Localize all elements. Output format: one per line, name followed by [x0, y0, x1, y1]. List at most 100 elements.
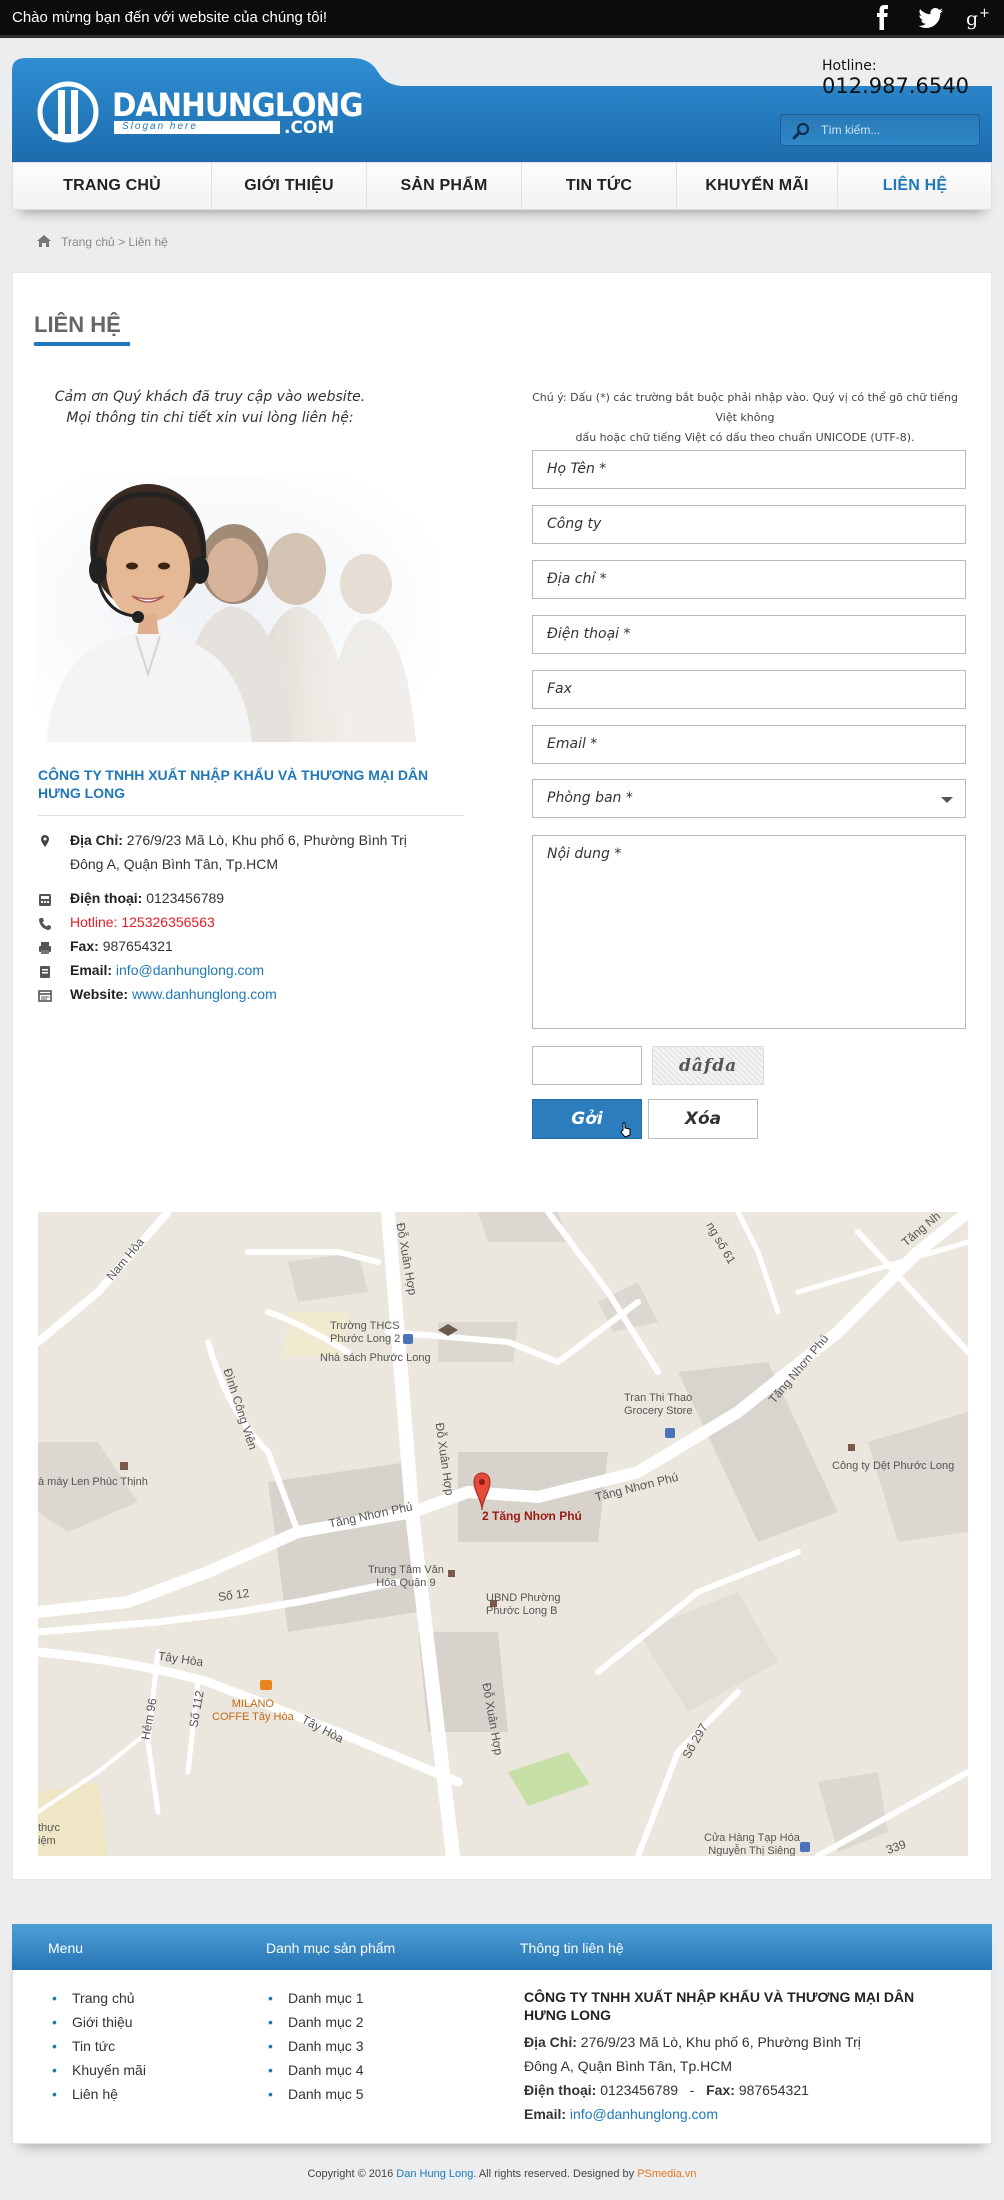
footer-category-item[interactable]: Danh mục 3 [268, 2034, 363, 2058]
hotline-number: 012.987.6540 [822, 74, 969, 98]
breadcrumb: Trang chủ > Liên hệ [36, 234, 168, 249]
copyright-brand-link[interactable]: Dan Hung Long [396, 2168, 473, 2180]
form-note-line-1: Chú ý: Dấu (*) các trường bắt buộc phải … [532, 391, 958, 424]
department-select-value: Phòng ban * [547, 790, 633, 806]
map-place-ubnd[interactable]: UBND Phường Phước Long B [486, 1592, 561, 1618]
welcome-text: Chào mừng bạn đến với website của chúng … [12, 9, 328, 26]
breadcrumb-separator: > [118, 235, 126, 249]
clear-button[interactable]: Xóa [648, 1099, 758, 1139]
contact-address: Địa Chỉ: 276/9/23 Mã Lò, Khu phố 6, Phườ… [70, 828, 450, 876]
logo-mark-icon[interactable] [36, 76, 100, 148]
map-place-cafe[interactable]: MILANO COFFE Tây Hòa [212, 1698, 294, 1724]
footer-category-item[interactable]: Danh mục 5 [268, 2082, 363, 2106]
hotline-label: Hotline: [822, 58, 877, 74]
map-place-shop[interactable]: Cửa Hàng Tạp Hóa Nguyễn Thị Siêng [704, 1832, 800, 1856]
top-bar: Chào mừng bạn đến với website của chúng … [0, 0, 1004, 38]
form-note-line-2: dấu hoặc chữ tiếng Việt có dấu theo chuẩ… [575, 431, 915, 444]
thanks-text: Cảm ơn Quý khách đã truy cập vào website… [40, 387, 380, 429]
twitter-icon[interactable] [916, 5, 946, 31]
nav-item-contact[interactable]: LIÊN HỆ [838, 163, 992, 209]
logo-slogan: Slogan here [122, 121, 198, 132]
fax-field-placeholder: Fax [547, 681, 572, 697]
contact-email: Email: info@danhunglong.com [70, 958, 264, 982]
contact-fax: Fax: 987654321 [70, 934, 173, 958]
company-field[interactable]: Công ty [532, 505, 966, 544]
address-field[interactable]: Địa chỉ * [532, 560, 966, 599]
nav-item-home[interactable]: TRANG CHỦ [13, 163, 211, 209]
facebook-icon[interactable] [868, 5, 898, 31]
map-place-culture-center[interactable]: Trung Tâm Văn Hóa Quận 9 [368, 1564, 444, 1590]
footer-header-bar [12, 1924, 992, 1970]
thanks-line-1: Cảm ơn Quý khách đã truy cập vào website… [54, 389, 366, 405]
nav-item-about[interactable]: GIỚI THIỆU [212, 163, 366, 209]
search-input[interactable]: Tìm kiếm... [821, 123, 880, 137]
map-marker-label[interactable]: 2 Tăng Nhơn Phú [482, 1510, 582, 1523]
website-icon [38, 989, 52, 1003]
footer-company-name: CÔNG TY TNHH XUẤT NHẬP KHẨU VÀ THƯƠNG MẠ… [524, 1989, 915, 2023]
captcha-text: dâfda [679, 1056, 738, 1076]
copyright-prefix: Copyright © 2016 [307, 2168, 394, 2180]
email-icon [38, 965, 52, 979]
google-plus-icon[interactable]: g + [964, 5, 994, 31]
form-note: Chú ý: Dấu (*) các trường bắt buộc phải … [520, 388, 970, 448]
website-link[interactable]: www.danhunglong.com [132, 986, 277, 1002]
captcha-input[interactable] [532, 1046, 642, 1085]
company-name: CÔNG TY TNHH XUẤT NHẬP KHẨU VÀ THƯƠNG MẠ… [38, 767, 429, 801]
footer-address: Địa Chỉ: 276/9/23 Mã Lò, Khu phố 6, Phườ… [524, 2034, 861, 2050]
breadcrumb-home[interactable]: Trang chủ [61, 235, 115, 249]
copyright: Copyright © 2016 Dan Hung Long. All righ… [0, 2168, 1004, 2180]
search-icon[interactable] [791, 121, 811, 141]
address-label: Địa Chỉ: [70, 832, 123, 848]
map-place-factory-2[interactable]: à máy Len Phúc Thịnh [38, 1476, 148, 1489]
phone-field[interactable]: Điện thoại * [532, 615, 966, 654]
footer-category-list: Danh mục 1 Danh mục 2 Danh mục 3 Danh mụ… [268, 1986, 363, 2106]
nav-item-news[interactable]: TIN TỨC [522, 163, 676, 209]
handset-icon [38, 917, 52, 931]
fax-field[interactable]: Fax [532, 670, 966, 709]
website-label: Website: [70, 986, 129, 1002]
department-select[interactable]: Phòng ban * [532, 779, 966, 818]
footer-info-title: Thông tin liên hệ [520, 1940, 624, 1956]
footer-email-link[interactable]: info@danhunglong.com [570, 2106, 718, 2122]
footer-menu-item[interactable]: Trang chủ [52, 1986, 146, 2010]
svg-text:g: g [966, 8, 978, 30]
footer-email: Email: info@danhunglong.com [524, 2106, 718, 2122]
footer-category-item[interactable]: Danh mục 4 [268, 2058, 363, 2082]
logo-domain: .COM [284, 118, 335, 138]
footer-menu-list: Trang chủ Giới thiệu Tin tức Khuyến mãi … [52, 1986, 146, 2106]
map-place-grocery[interactable]: Tran Thi Thao Grocery Store [624, 1392, 692, 1418]
footer-address-2: Đông A, Quận Bình Tân, Tp.HCM [524, 2058, 733, 2074]
footer-menu-item[interactable]: Tin tức [52, 2034, 146, 2058]
copyright-middle: . All rights reserved. Designed by [473, 2168, 635, 2180]
nav-item-promotions[interactable]: KHUYẾN MÃI [677, 163, 837, 209]
map-place-school[interactable]: Trường THCS Phước Long 2 [330, 1320, 400, 1346]
map-place-misc[interactable]: thực iệm [38, 1822, 60, 1848]
home-icon[interactable] [36, 234, 52, 248]
footer-menu-item[interactable]: Khuyến mãi [52, 2058, 146, 2082]
email-link[interactable]: info@danhunglong.com [116, 962, 264, 978]
footer-phone-fax: Điện thoại: 0123456789 - Fax: 987654321 [524, 2082, 809, 2098]
contact-hotline[interactable]: Hotline: 125326356563 [70, 910, 215, 934]
location-map[interactable]: Trường THCS Phước Long 2 Nhà sách Phước L… [38, 1212, 968, 1856]
copyright-designer-link[interactable]: PSmedia.vn [637, 2168, 696, 2180]
footer-category-title: Danh mục sản phẩm [266, 1940, 396, 1956]
thanks-line-2: Mọi thông tin chi tiết xin vui lòng liên… [66, 410, 354, 426]
phone-field-placeholder: Điện thoại * [547, 626, 631, 642]
footer-menu-item[interactable]: Giới thiệu [52, 2010, 146, 2034]
footer-category-item[interactable]: Danh mục 2 [268, 2010, 363, 2034]
name-field[interactable]: Họ Tên * [532, 450, 966, 489]
chevron-down-icon[interactable] [941, 797, 953, 803]
page-title: LIÊN HỆ [34, 312, 121, 337]
message-textarea[interactable]: Nội dung * [532, 835, 966, 1029]
contact-phone: Điện thoại: 0123456789 [70, 886, 224, 910]
name-field-placeholder: Họ Tên * [547, 461, 607, 477]
email-field[interactable]: Email * [532, 725, 966, 764]
search-box[interactable]: Tìm kiếm... [780, 114, 980, 146]
header-hotline: Hotline: 012.987.6540 [822, 58, 1004, 98]
map-place-factory[interactable]: Công ty Dệt Phước Long [832, 1460, 954, 1473]
footer-category-item[interactable]: Danh mục 1 [268, 1986, 363, 2010]
map-place-bookstore[interactable]: Nhà sách Phước Long [320, 1352, 431, 1365]
footer-menu-item[interactable]: Liên hệ [52, 2082, 146, 2106]
fax-label: Fax: [70, 938, 99, 954]
nav-item-products[interactable]: SẢN PHẨM [367, 163, 521, 209]
